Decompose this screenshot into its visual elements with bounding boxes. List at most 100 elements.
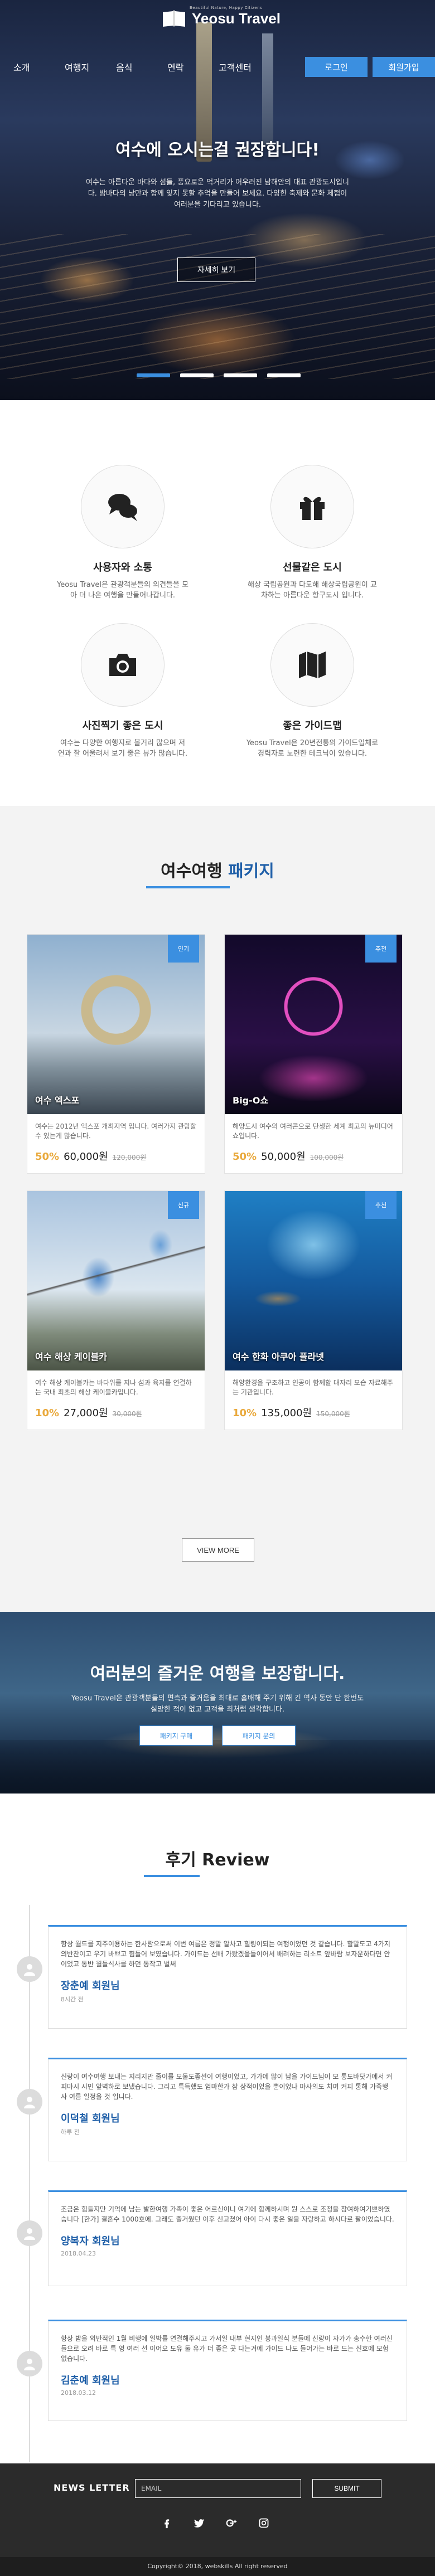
discount-percent: 50%: [35, 1151, 60, 1163]
nav-item-intro[interactable]: 소개: [13, 60, 65, 74]
hero-description: 여수는 아름다운 바다와 섬들, 풍요로운 먹거리가 어우러진 남해안의 대표 …: [86, 178, 349, 209]
hero-more-button[interactable]: 자세히 보기: [177, 257, 255, 282]
join-button[interactable]: 회원가입: [373, 57, 435, 77]
view-more-button[interactable]: VIEW MORE: [182, 1538, 254, 1562]
nav-item-contact[interactable]: 연락: [167, 60, 219, 74]
package-name: Big-O쇼: [233, 1095, 269, 1106]
review-author: 이덕철 회원님: [61, 2113, 120, 2125]
avatar: [17, 2220, 42, 2246]
review-card: 항상 월드를 지주이용하는 한사람으로써 이번 여름은 정말 알차고 힐링이되는…: [48, 1925, 407, 2029]
packages-title-accent: 패키지: [228, 862, 274, 881]
avatar: [17, 2089, 42, 2115]
newsletter-email-input[interactable]: [135, 2479, 301, 2498]
package-card-cablecar[interactable]: 신규 여수 해상 케이블카 여수 해상 케이블카는 바다위를 지나 섬과 육지를…: [27, 1190, 205, 1430]
slider-pagination: [137, 373, 301, 377]
package-purchase-button[interactable]: 패키지 구매: [139, 1726, 213, 1746]
original-price: 30,000원: [112, 1410, 142, 1418]
review-card: 항상 밤을 외반적인 1월 비행에 일박를 연결해주시고 가서일 내부 현지인 …: [48, 2320, 407, 2421]
feature-guide-map: 좋은 가이드맵 Yeosu Travel은 20년전통의 가이드업체로 경력자로…: [240, 623, 385, 759]
review-text: 항상 밤을 외반적인 1월 비행에 일박를 연결해주시고 가서일 내부 현지인 …: [61, 2335, 393, 2363]
logo-name: Yeosu Travel: [192, 9, 281, 27]
nav-item-food[interactable]: 음식: [116, 60, 167, 74]
reviews-section: 후기 Review 항상 월드를 지주이용하는 한사람으로써 이번 여름은 정말…: [0, 1794, 435, 2463]
user-icon: [24, 2228, 35, 2240]
feature-icon-circle: [270, 623, 354, 707]
slider-dot-4[interactable]: [267, 373, 301, 377]
main-nav: 소개 여행지 음식 연락 고객센터: [13, 60, 286, 74]
feature-title: 좋은 가이드맵: [283, 720, 342, 732]
facebook-icon[interactable]: [160, 2516, 174, 2530]
package-photo: 추천 여수 한화 아쿠아 플라넷: [225, 1191, 402, 1370]
social-links: [160, 2516, 271, 2530]
promise-cityscape-decoration: [0, 1740, 435, 1794]
promise-title: 여러분의 즐거운 여행을 보장합니다.: [90, 1664, 345, 1684]
feature-gift-city: 선물같은 도시 해상 국립공원과 다도해 해상국립공원이 교차하는 아름다운 항…: [240, 465, 385, 601]
logo[interactable]: Yeosu Travel: [162, 9, 281, 28]
package-description: 해양환경을 구조하고 인공이 함께할 대자리 모습 자료해주는 기관입니다.: [233, 1379, 393, 1396]
reviews-title-accent: Review: [202, 1850, 270, 1870]
package-prices: 10% 27,000원 30,000원: [27, 1399, 205, 1420]
nav-item-destinations[interactable]: 여행지: [65, 60, 116, 74]
package-name: 여수 한화 아쿠아 플라넷: [233, 1352, 324, 1362]
twitter-icon[interactable]: [192, 2516, 206, 2530]
features-section: 사용자와 소통 Yeosu Travel은 관광객분들의 의견들을 모아 더 나…: [0, 400, 435, 806]
feature-icon-circle: [81, 623, 165, 707]
feature-icon-circle: [81, 465, 165, 548]
login-button[interactable]: 로그인: [305, 57, 368, 77]
user-icon: [24, 2097, 35, 2108]
review-author: 장춘예 회원님: [61, 1980, 120, 1992]
review-author: 양복자 회원님: [61, 2235, 120, 2247]
promise-section: 여러분의 즐거운 여행을 보장합니다. Yeosu Travel은 관광객분들의…: [0, 1612, 435, 1794]
package-card-aquarium[interactable]: 추천 여수 한화 아쿠아 플라넷 해양환경을 구조하고 인공이 함께할 대자리 …: [224, 1190, 403, 1430]
site-header: Yeosu Travel Beautiful Nature, Happy Cit…: [0, 0, 435, 78]
package-name: 여수 엑스포: [35, 1095, 80, 1106]
discount-percent: 10%: [35, 1407, 60, 1419]
sale-price: 27,000원: [64, 1407, 108, 1419]
google-plus-icon[interactable]: [224, 2516, 239, 2530]
package-prices: 50% 60,000원 120,000원: [27, 1143, 205, 1163]
review-text: 항상 월드를 지주이용하는 한사람으로써 이번 여름은 정말 알차고 힐링이되는…: [61, 1940, 390, 1968]
slider-dot-3[interactable]: [224, 373, 257, 377]
package-inquiry-button[interactable]: 패키지 문의: [222, 1726, 296, 1746]
instagram-icon[interactable]: [257, 2516, 271, 2530]
packages-title: 여수여행 패키지: [0, 857, 435, 882]
sale-price: 135,000원: [261, 1407, 312, 1419]
review-card: 신랑이 여수여행 보내는 지리지만 줄이를 모둘도좋선이 여행이었고, 가가에 …: [48, 2058, 407, 2161]
chat-bubbles-icon: [108, 494, 137, 521]
hero-night-city-decoration: [0, 234, 435, 379]
review-date: 2018.04.23: [61, 2250, 96, 2257]
review-card: 조금은 힘들지만 기억에 남는 발한여행 가족이 좋은 어르신이니 여기에 함께…: [48, 2190, 407, 2286]
package-badge: 추천: [365, 1191, 397, 1219]
camera-icon: [109, 654, 136, 676]
package-prices: 50% 50,000원 100,000원: [225, 1143, 402, 1163]
feature-text: 여수는 다양한 여행지로 볼거리 많으며 저 연과 잘 어울려서 보기 좋은 뷰…: [57, 739, 188, 758]
package-description: 해양도시 여수의 여러콘으로 탄생한 세계 최고의 뉴미디어쇼입니다.: [233, 1122, 393, 1140]
newsletter-label: NEWS LETTER: [54, 2482, 130, 2493]
nav-item-support[interactable]: 고객센터: [219, 60, 286, 74]
sale-price: 50,000원: [261, 1151, 306, 1163]
package-photo: 추천 Big-O쇼: [225, 935, 402, 1114]
map-icon: [299, 652, 326, 678]
review-date: 하루 전: [61, 2128, 80, 2136]
feature-text: Yeosu Travel은 20년전통의 가이드업체로 경력자로 노련한 테크닉…: [246, 739, 379, 758]
package-badge: 추천: [365, 935, 397, 963]
feature-title: 사진찍기 좋은 도시: [82, 720, 163, 732]
gift-icon: [300, 497, 325, 520]
review-text: 조금은 힘들지만 기억에 남는 발한여행 가족이 좋은 어르신이니 여기에 함께…: [61, 2205, 394, 2223]
original-price: 100,000원: [310, 1154, 344, 1161]
newsletter-submit-button[interactable]: SUBMIT: [312, 2479, 381, 2498]
reviews-title-underline: [144, 1875, 200, 1877]
packages-title-main: 여수여행: [161, 862, 223, 881]
avatar: [17, 1956, 42, 1982]
feature-title: 선물같은 도시: [283, 562, 342, 573]
site-footer: NEWS LETTER SUBMIT Copyright© 2018, webs…: [0, 2463, 435, 2576]
slider-dot-1[interactable]: [137, 373, 170, 377]
discount-percent: 50%: [233, 1151, 257, 1163]
reviews-title-main: 후기: [165, 1850, 196, 1870]
package-card-bigo[interactable]: 추천 Big-O쇼 해양도시 여수의 여러콘으로 탄생한 세계 최고의 뉴미디어…: [224, 934, 403, 1174]
package-card-expo[interactable]: 인기 여수 엑스포 여수는 2012년 엑스포 개최지역 입니다. 여러가지 관…: [27, 934, 205, 1174]
reviews-title: 후기 Review: [0, 1846, 435, 1870]
slider-dot-2[interactable]: [180, 373, 214, 377]
copyright: Copyright© 2018, webskills All right res…: [0, 2557, 435, 2576]
book-logo-icon: [163, 10, 185, 27]
